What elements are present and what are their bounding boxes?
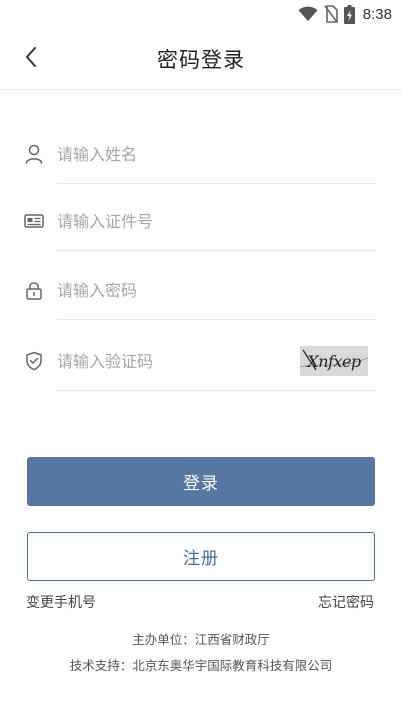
register-button[interactable]: 注册 <box>27 532 375 581</box>
login-button[interactable]: 登录 <box>27 457 375 506</box>
id-number-row <box>24 191 376 251</box>
password-input[interactable] <box>57 270 277 310</box>
page-title: 密码登录 <box>157 48 245 72</box>
captcha-row: Xnfxep <box>24 331 376 391</box>
name-underline <box>57 183 376 184</box>
id-number-input[interactable] <box>57 201 277 241</box>
captcha-input[interactable] <box>57 341 257 381</box>
user-icon <box>24 144 44 164</box>
id-card-icon <box>24 211 44 231</box>
name-row <box>24 124 376 184</box>
footer-support: 技术支持：北京东奥华宇国际教育科技有限公司 <box>69 658 333 673</box>
status-time: 8:38 <box>362 5 392 23</box>
no-sim-icon <box>324 5 338 23</box>
captcha-image[interactable]: Xnfxep <box>300 346 368 376</box>
captcha-text: Xnfxep <box>307 351 361 371</box>
id-number-underline <box>57 250 376 251</box>
captcha-underline <box>57 390 376 391</box>
status-icons: 8:38 <box>298 4 392 24</box>
nav-bar: 密码登录 <box>0 28 402 90</box>
password-row <box>24 260 376 320</box>
lock-icon <box>24 280 44 300</box>
shield-check-icon <box>24 351 44 371</box>
footer-host: 主办单位：江西省财政厅 <box>132 632 270 647</box>
battery-charging-icon <box>343 4 355 24</box>
forgot-password-link[interactable]: 忘记密码 <box>318 592 374 612</box>
status-bar: 8:38 <box>0 0 402 28</box>
password-underline <box>57 319 376 320</box>
name-input[interactable] <box>57 134 277 174</box>
change-phone-link[interactable]: 变更手机号 <box>26 592 96 612</box>
wifi-icon <box>298 6 318 22</box>
